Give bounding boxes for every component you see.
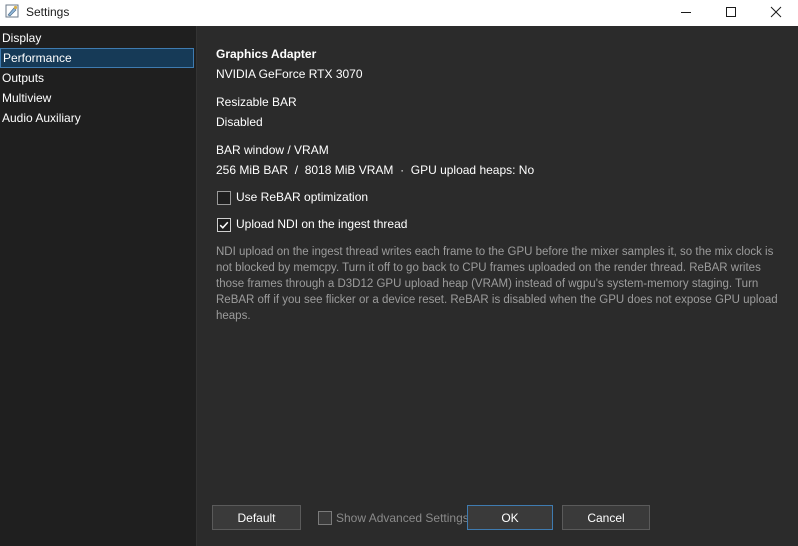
rebar-value: Disabled: [216, 115, 263, 129]
rebar-optimization-label[interactable]: Use ReBAR optimization: [236, 190, 368, 204]
ndi-ingest-label[interactable]: Upload NDI on the ingest thread: [236, 217, 407, 231]
sidebar-item-audio-auxiliary[interactable]: Audio Auxiliary: [0, 108, 194, 128]
window-title: Settings: [26, 5, 70, 19]
title-bar[interactable]: Settings: [0, 0, 798, 26]
sidebar-item-display[interactable]: Display: [0, 28, 194, 48]
sidebar-item-outputs[interactable]: Outputs: [0, 68, 194, 88]
maximize-icon: [725, 6, 737, 21]
minimize-button[interactable]: [663, 0, 709, 26]
close-button[interactable]: [753, 0, 798, 26]
bar-vram-heading: BAR window / VRAM: [216, 143, 329, 157]
settings-gear-icon: [5, 4, 19, 18]
performance-panel: Graphics Adapter NVIDIA GeForce RTX 3070…: [197, 26, 798, 546]
bar-vram-value: 256 MiB BAR / 8018 MiB VRAM · GPU upload…: [216, 163, 535, 177]
show-advanced-checkbox[interactable]: [318, 511, 332, 525]
cancel-button[interactable]: Cancel: [562, 505, 650, 530]
close-icon: [770, 6, 782, 21]
maximize-button[interactable]: [708, 0, 754, 26]
rebar-heading: Resizable BAR: [216, 95, 297, 109]
ok-button[interactable]: OK: [467, 505, 553, 530]
rebar-optimization-checkbox[interactable]: [217, 191, 231, 205]
sidebar-item-multiview[interactable]: Multiview: [0, 88, 194, 108]
help-text: NDI upload on the ingest thread writes e…: [216, 246, 778, 322]
adapter-value: NVIDIA GeForce RTX 3070: [216, 67, 363, 81]
minimize-icon: [680, 6, 692, 21]
show-advanced-label[interactable]: Show Advanced Settings: [336, 511, 467, 525]
ndi-ingest-checkbox[interactable]: [217, 218, 231, 232]
adapter-heading: Graphics Adapter: [216, 47, 317, 61]
settings-sidebar: Display Performance Outputs Multiview Au…: [0, 26, 197, 546]
sidebar-item-performance[interactable]: Performance: [0, 48, 194, 68]
default-button[interactable]: Default: [212, 505, 301, 530]
